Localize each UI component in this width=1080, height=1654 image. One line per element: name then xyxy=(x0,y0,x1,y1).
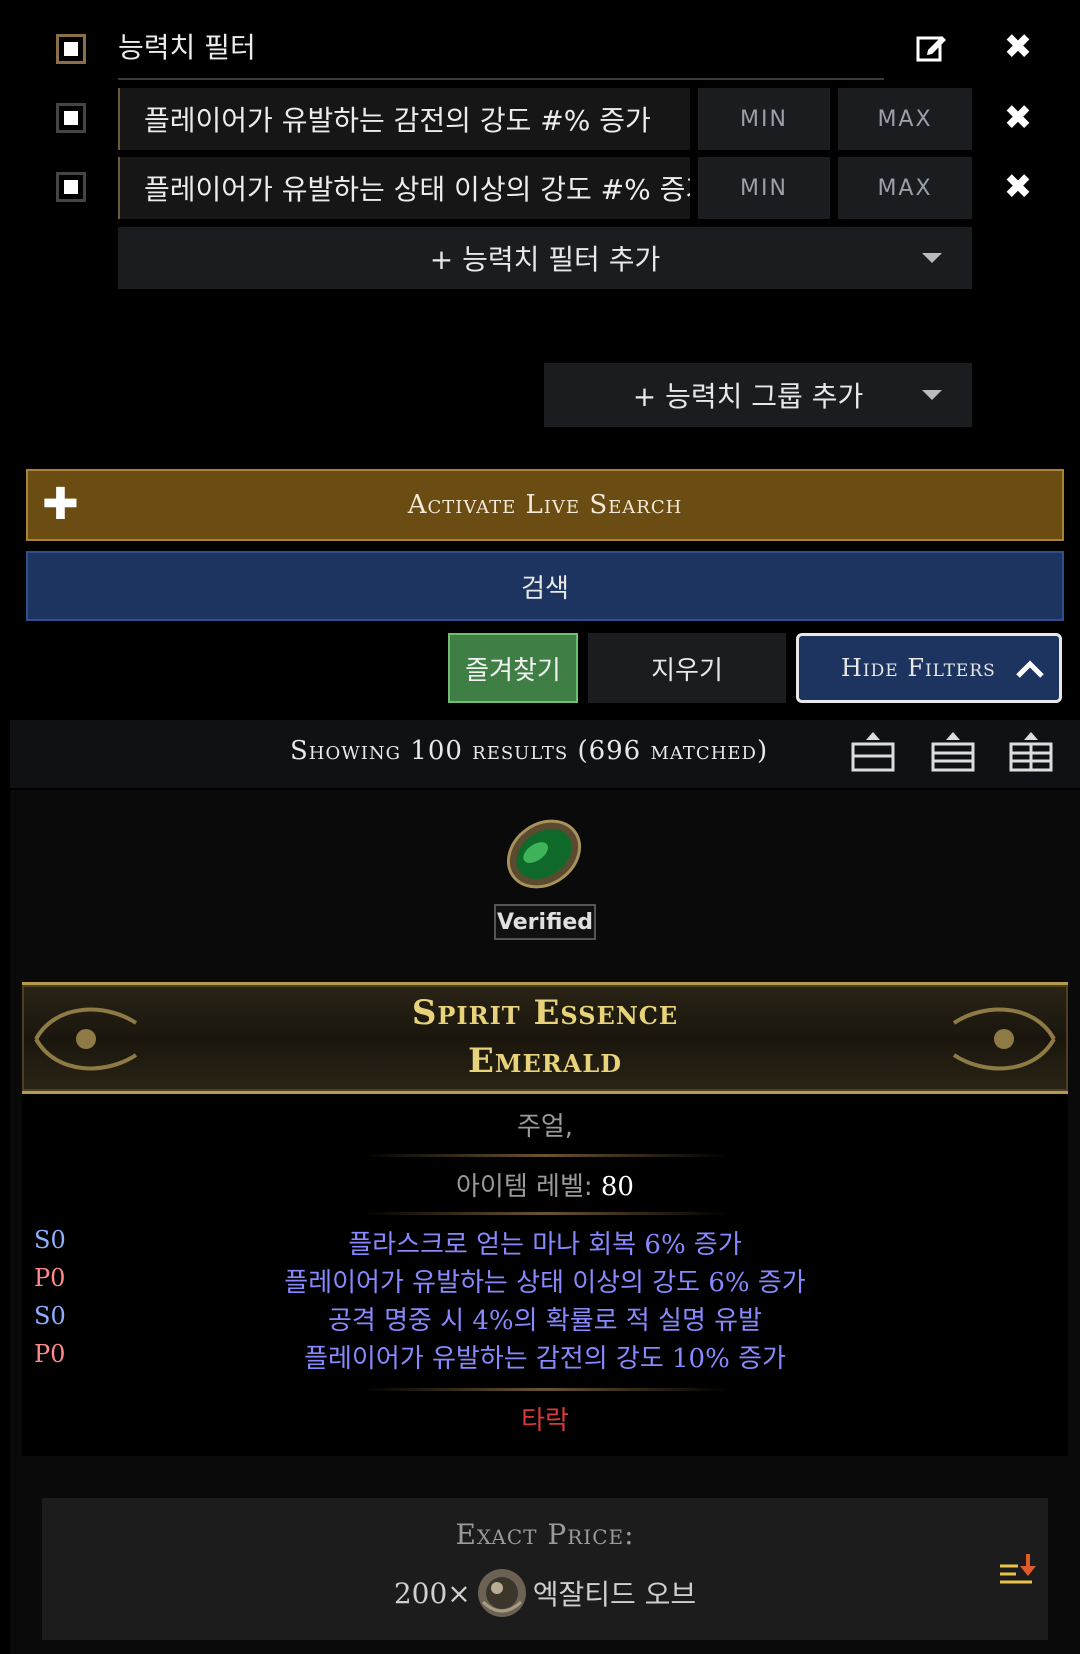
edit-icon[interactable] xyxy=(914,30,948,64)
item-name-line2: Emerald xyxy=(467,1041,623,1081)
group-title-underline xyxy=(118,78,884,80)
mod-row: S0 플라스크로 얻는 마나 회복 6% 증가 xyxy=(22,1224,1068,1262)
stat-filter-2[interactable]: 플레이어가 유발하는 상태 이상의 강도 #% 증가 xyxy=(118,157,690,219)
chevron-down-icon xyxy=(922,253,942,263)
sort-download-icon[interactable] xyxy=(998,1552,1038,1592)
clear-button[interactable]: 지우기 xyxy=(588,633,786,703)
activate-live-search-button[interactable]: ✚ Activate Live Search xyxy=(26,469,1064,541)
favorites-button[interactable]: 즐겨찾기 xyxy=(448,633,578,703)
layout-grid-icon[interactable] xyxy=(1008,730,1054,774)
mod-tag: P0 xyxy=(34,1340,66,1368)
layout-list-icon[interactable] xyxy=(930,730,976,774)
item-type: 주얼, xyxy=(516,1112,574,1142)
close-group-icon[interactable]: ✖ xyxy=(1000,30,1036,64)
chevron-up-icon xyxy=(1016,660,1044,678)
price-value: 200× 엑잘티드 오브 xyxy=(42,1562,1048,1624)
mod-tag: S0 xyxy=(34,1302,66,1330)
price-panel: Exact Price: 200× 엑잘티드 오브 xyxy=(42,1498,1048,1640)
mod-row: P0 플레이어가 유발하는 감전의 강도 10% 증가 xyxy=(22,1338,1068,1376)
row1-checkbox[interactable] xyxy=(56,103,86,133)
add-stat-filter-dropdown[interactable]: + 능력치 필터 추가 xyxy=(118,227,972,289)
add-stat-filter-label: + 능력치 필터 추가 xyxy=(429,243,661,276)
stat-filter-2-label: 플레이어가 유발하는 상태 이상의 강도 #% 증가 xyxy=(144,173,690,206)
mod-row: P0 플레이어가 유발하는 상태 이상의 강도 6% 증가 xyxy=(22,1262,1068,1300)
group-checkbox-mark xyxy=(64,42,78,56)
mod-tag: P0 xyxy=(34,1264,66,1292)
item-body: 주얼, 아이템 레벨: 80 S0 플라스크로 얻는 마나 회복 6% 증가 P… xyxy=(22,1094,1068,1456)
stat-filter-1-min[interactable]: MIN xyxy=(698,88,830,150)
verified-badge: Verified xyxy=(494,904,596,940)
remove-filter-2-icon[interactable]: ✖ xyxy=(1000,170,1036,204)
group-checkbox[interactable] xyxy=(56,34,86,64)
stat-filter-1-label: 플레이어가 유발하는 감전의 강도 #% 증가 xyxy=(144,104,651,137)
separator xyxy=(362,1154,728,1157)
emerald-jewel-icon[interactable] xyxy=(496,806,592,902)
hide-filters-label: Hide Filters xyxy=(841,654,996,682)
separator xyxy=(362,1212,728,1215)
stat-filter-2-max[interactable]: MAX xyxy=(838,157,972,219)
mod-tag: S0 xyxy=(34,1226,66,1254)
exalted-orb-icon xyxy=(477,1569,526,1617)
search-button[interactable]: 검색 xyxy=(26,551,1064,621)
hide-filters-button[interactable]: Hide Filters xyxy=(796,633,1062,703)
item-header: Spirit Essence Emerald xyxy=(22,982,1068,1094)
chevron-down-icon xyxy=(922,390,942,400)
separator xyxy=(362,1388,728,1391)
stat-filter-1-max[interactable]: MAX xyxy=(838,88,972,150)
remove-filter-1-icon[interactable]: ✖ xyxy=(1000,101,1036,135)
row2-checkbox[interactable] xyxy=(56,172,86,202)
plus-icon: ✚ xyxy=(42,479,79,530)
item-level: 아이템 레벨: 80 xyxy=(22,1166,1068,1203)
item-level-label: 아이템 레벨: xyxy=(456,1172,593,1202)
corrupted-label: 타락 xyxy=(521,1406,569,1436)
mod-text: 공격 명중 시 4%의 확률로 적 실명 유발 xyxy=(328,1306,762,1336)
mod-text: 플레이어가 유발하는 상태 이상의 강도 6% 증가 xyxy=(284,1268,806,1298)
stat-filter-1[interactable]: 플레이어가 유발하는 감전의 강도 #% 증가 xyxy=(118,88,690,150)
row2-checkbox-mark xyxy=(64,180,78,194)
layout-compact-icon[interactable] xyxy=(850,730,896,774)
item-level-value: 80 xyxy=(600,1172,634,1202)
add-stat-group-dropdown[interactable]: + 능력치 그룹 추가 xyxy=(544,363,972,427)
item-name-line1: Spirit Essence xyxy=(411,993,679,1033)
results-bar: Showing 100 results (696 matched) xyxy=(10,720,1080,788)
results-summary: Showing 100 results (696 matched) xyxy=(290,736,769,766)
filter-group-title: 능력치 필터 xyxy=(118,31,256,64)
price-amount: 200× xyxy=(393,1576,471,1610)
live-search-label: Activate Live Search xyxy=(407,490,683,520)
add-stat-group-label: + 능력치 그룹 추가 xyxy=(632,380,864,413)
price-currency: 엑잘티드 오브 xyxy=(532,1578,697,1611)
row1-checkbox-mark xyxy=(64,111,78,125)
mod-text: 플라스크로 얻는 마나 회복 6% 증가 xyxy=(348,1230,742,1260)
price-label: Exact Price: xyxy=(455,1518,635,1551)
mod-row: S0 공격 명중 시 4%의 확률로 적 실명 유발 xyxy=(22,1300,1068,1338)
stat-filter-2-min[interactable]: MIN xyxy=(698,157,830,219)
mod-text: 플레이어가 유발하는 감전의 강도 10% 증가 xyxy=(304,1344,786,1374)
